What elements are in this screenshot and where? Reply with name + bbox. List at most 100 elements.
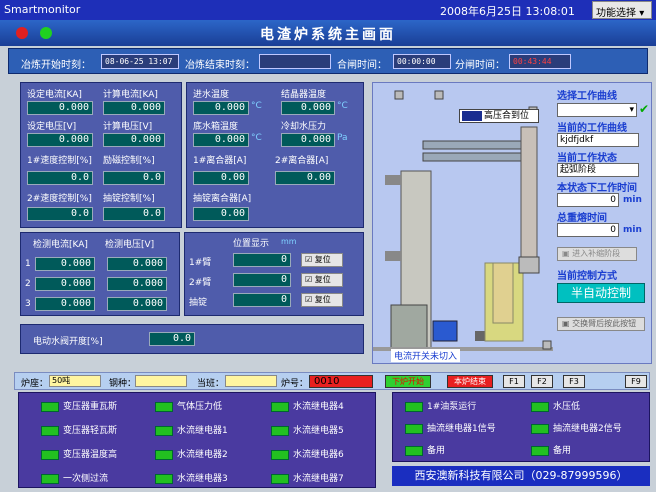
start-time-label: 冶炼开始时刻：	[21, 60, 91, 71]
status-led-icon	[155, 449, 173, 460]
measure-voltage-1: 0.000	[107, 257, 167, 271]
f1-button[interactable]: F1	[503, 375, 525, 388]
furnace-input[interactable]: 50吨	[49, 375, 101, 387]
measure-voltage-label: 检测电压[V]	[105, 240, 155, 250]
calc-current-value: 0.000	[103, 101, 165, 115]
status-led-icon	[155, 425, 173, 436]
shift-input[interactable]	[225, 375, 277, 387]
measure-current-3: 0.000	[35, 297, 95, 311]
alarm-item: 水流继电器1	[155, 423, 228, 436]
status-led-icon	[271, 425, 289, 436]
start-furnace-button[interactable]: 下炉开始	[385, 375, 431, 388]
f3-button[interactable]: F3	[563, 375, 585, 388]
shift-label: 当班：	[197, 379, 225, 389]
heat-no-label: 炉号：	[281, 379, 309, 389]
status-led-icon	[41, 449, 59, 460]
current-curve-label: 当前的工作曲线	[557, 123, 627, 134]
measure-current-2: 0.000	[35, 277, 95, 291]
end-time-value	[259, 54, 331, 69]
clutch2-label: 2#离合器[A]	[275, 156, 329, 166]
alarm-item: 水流继电器2	[155, 447, 228, 460]
alarm-item: 1#油泵运行	[405, 399, 476, 412]
extract-pos-value: 0	[233, 293, 291, 307]
row-2-label: 2	[25, 279, 31, 289]
start-time-value: 08-06-25 13:07	[101, 54, 179, 69]
arm2-value: 0	[233, 273, 291, 287]
tank-temp-value: 0.000	[193, 133, 249, 147]
extract-pos-label: 抽锭	[189, 298, 208, 308]
position-title: 位置显示	[233, 239, 270, 249]
measure-voltage-3: 0.000	[107, 297, 167, 311]
select-curve-label: 选择工作曲线	[557, 91, 617, 102]
curve-select[interactable]: ▾	[557, 103, 637, 117]
excite-label: 励磁控制[%]	[103, 156, 155, 166]
clutch2-value: 0.00	[275, 171, 335, 185]
arm2-reset-button[interactable]: ☑ 复位	[301, 273, 343, 287]
status-led-icon	[405, 401, 423, 412]
status-led-icon	[405, 423, 423, 434]
valve-value: 0.0	[149, 332, 195, 346]
position-unit: mm	[281, 237, 297, 246]
position-panel: 位置显示 mm 1#臂 2#臂 抽锭 0 0 0 ☑ 复位 ☑ 复位 ☑ 复位	[184, 232, 364, 316]
page-title: 电渣炉系统主画面	[260, 27, 396, 43]
clutch1-value: 0.00	[193, 171, 249, 185]
status-led-icon	[531, 445, 549, 456]
measure-voltage-2: 0.000	[107, 277, 167, 291]
status-led-icon	[405, 445, 423, 456]
alarm-item: 抽流继电器1信号	[405, 421, 496, 434]
arm1-reset-button[interactable]: ☑ 复位	[301, 253, 343, 267]
control-mode-display: 半自动控制	[557, 283, 645, 303]
steel-input[interactable]	[135, 375, 187, 387]
status-led-icon	[531, 401, 549, 412]
valve-panel: 电动水阀开度[%] 0.0	[20, 324, 364, 354]
f2-button[interactable]: F2	[531, 375, 553, 388]
end-furnace-button[interactable]: 本炉结束	[447, 375, 493, 388]
page-header: 电渣炉系统主画面	[0, 20, 656, 46]
high-voltage-indicator: 高压合到位	[459, 109, 539, 123]
set-voltage-value[interactable]: 0.000	[27, 133, 93, 147]
alarm-item: 备用	[531, 443, 571, 456]
status-led-icon	[271, 449, 289, 460]
extract-value: 0.0	[103, 207, 165, 221]
extract-clutch-value: 0.00	[193, 207, 249, 221]
calc-voltage-value: 0.000	[103, 133, 165, 147]
company-banner: 西安澳新科技有限公司（029-87999596）	[392, 466, 650, 486]
status-led-icon	[41, 425, 59, 436]
valve-label: 电动水阀开度[%]	[33, 337, 103, 347]
extract-reset-button[interactable]: ☑ 复位	[301, 293, 343, 307]
confirm-check-icon[interactable]: ✔	[639, 102, 649, 116]
status-led-icon	[41, 473, 59, 484]
arm2-label: 2#臂	[189, 278, 212, 288]
reset-icon: ☑	[305, 255, 313, 264]
status-led-icon	[271, 473, 289, 484]
furnace-diagram	[373, 90, 553, 352]
status-led-icon	[155, 473, 173, 484]
total-time-unit: min	[623, 225, 642, 235]
set-current-value[interactable]: 0.000	[27, 101, 93, 115]
f9-button[interactable]: F9	[625, 375, 647, 388]
excite-value: 0.0	[103, 171, 165, 185]
crystal-temp-value: 0.000	[281, 101, 335, 115]
inlet-temp-unit: °C	[251, 101, 262, 111]
measure-panel: 检测电流[KA] 检测电压[V] 1 2 3 0.000 0.000 0.000…	[20, 232, 180, 316]
state-time-value: 0	[557, 193, 619, 207]
alarm-item: 备用	[405, 443, 445, 456]
function-select[interactable]: 功能选择 ▾	[592, 1, 652, 19]
control-mode-label: 当前控制方式	[557, 271, 617, 282]
alarm-item: 变压器温度高	[41, 447, 117, 460]
enter-feeding-button[interactable]: ▣ 进入补缩阶段	[557, 247, 637, 261]
status-led-icon	[41, 401, 59, 412]
alarm-item: 变压器重瓦斯	[41, 399, 117, 412]
title-bar: Smartmonitor 2008年6月25日 13:08:01 功能选择 ▾	[0, 0, 656, 20]
cool-pressure-value: 0.000	[281, 133, 335, 147]
alarm-item: 水流继电器6	[271, 447, 344, 460]
extract-label: 抽锭控制[%]	[103, 194, 155, 204]
inlet-temp-label: 进水温度	[193, 90, 230, 100]
alarm-item: 水流继电器4	[271, 399, 344, 412]
open-time-label: 分闸时间：	[455, 60, 505, 71]
status-led-icon	[271, 401, 289, 412]
pressure-unit: Pa	[337, 133, 348, 143]
measure-current-label: 检测电流[KA]	[33, 240, 88, 250]
swap-arm-button[interactable]: ▣ 交换臂后按此按钮	[557, 317, 645, 331]
inlet-temp-value: 0.000	[193, 101, 249, 115]
